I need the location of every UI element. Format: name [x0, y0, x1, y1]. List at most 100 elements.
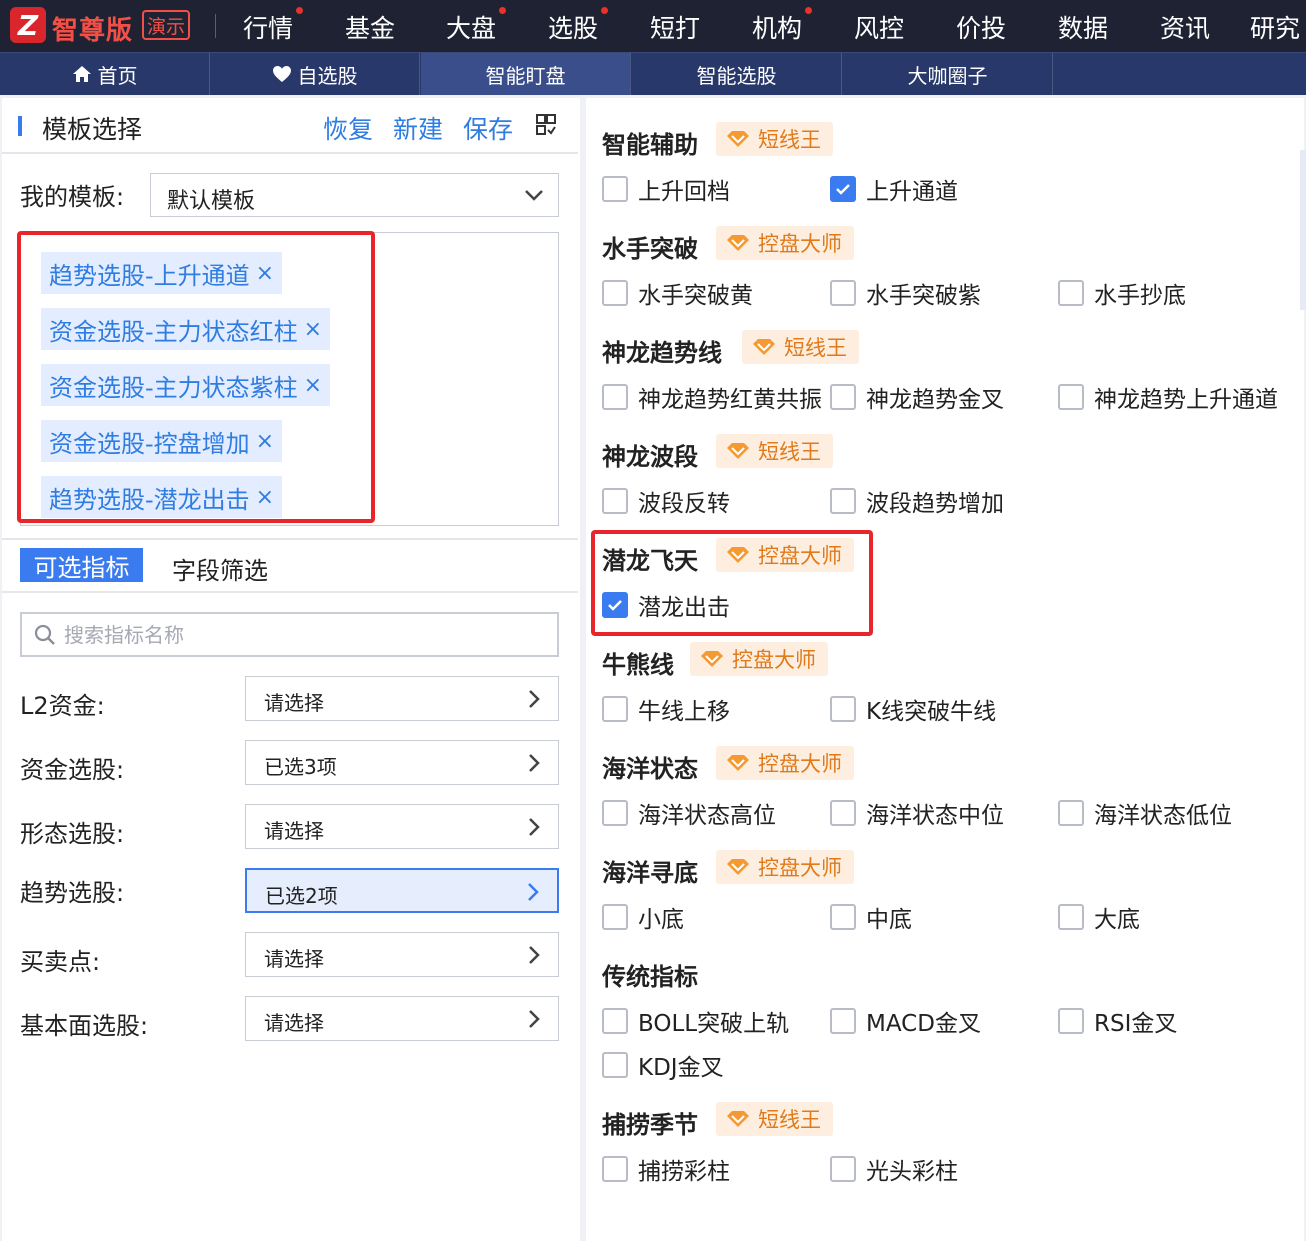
- checkbox[interactable]: [602, 1156, 628, 1182]
- indicator-checkbox[interactable]: 牛线上移: [602, 692, 730, 726]
- indicator-label: KDJ金叉: [638, 1055, 724, 1081]
- indicator-checkbox[interactable]: BOLL突破上轨: [602, 1004, 789, 1038]
- filter-select-fund-picks[interactable]: 已选3项: [245, 740, 559, 785]
- badge-label: 控盘大师: [758, 856, 842, 880]
- indicator-checkbox[interactable]: 大底: [1058, 900, 1140, 934]
- indicator-checkbox[interactable]: 神龙趋势金叉: [830, 380, 1004, 414]
- indicator-label: 神龙趋势红黄共振: [638, 387, 822, 413]
- indicator-checkbox[interactable]: 中底: [830, 900, 912, 934]
- filter-select-trade-points[interactable]: 请选择: [245, 932, 559, 977]
- indicator-checkbox[interactable]: 海洋状态低位: [1058, 796, 1232, 830]
- filter-label: 买卖点:: [20, 948, 101, 976]
- subnav-item-smart-picker[interactable]: 智能选股: [632, 53, 842, 95]
- indicator-checkbox[interactable]: 神龙趋势上升通道: [1058, 380, 1278, 414]
- indicator-checkbox[interactable]: KDJ金叉: [602, 1048, 724, 1082]
- subnav-item-smart-monitor[interactable]: 智能盯盘: [421, 53, 631, 95]
- checkbox[interactable]: [1058, 1008, 1084, 1034]
- checkbox[interactable]: [830, 384, 856, 410]
- indicator-checkbox[interactable]: 水手突破紫: [830, 276, 981, 310]
- nav-item-zixun[interactable]: 资讯: [1160, 9, 1210, 45]
- nav-item-shuju[interactable]: 数据: [1058, 9, 1108, 45]
- checkbox[interactable]: [830, 904, 856, 930]
- nav-item-hangqing[interactable]: 行情: [243, 7, 304, 45]
- indicator-checkbox[interactable]: 神龙趋势红黄共振: [602, 380, 822, 414]
- indicator-checkbox[interactable]: 海洋状态中位: [830, 796, 1004, 830]
- checkbox[interactable]: [602, 800, 628, 826]
- filter-select-fundamental-picks[interactable]: 请选择: [245, 996, 559, 1041]
- checkbox[interactable]: [602, 1008, 628, 1034]
- indicator-checkbox[interactable]: 捕捞彩柱: [602, 1152, 730, 1186]
- checkbox[interactable]: [830, 800, 856, 826]
- checkbox[interactable]: [602, 1052, 628, 1078]
- nav-divider: [215, 14, 216, 38]
- checkbox[interactable]: [830, 280, 856, 306]
- diamond-icon: [727, 443, 749, 459]
- tab-field-filter[interactable]: 字段筛选: [172, 551, 268, 586]
- tab-indicators[interactable]: 可选指标: [20, 548, 143, 582]
- checkbox[interactable]: [602, 696, 628, 722]
- save-button[interactable]: 保存: [463, 110, 513, 146]
- tier-badge: 短线王: [716, 122, 833, 156]
- checkbox[interactable]: [1058, 280, 1084, 306]
- checkbox[interactable]: [602, 280, 628, 306]
- checkbox[interactable]: [602, 904, 628, 930]
- indicator-checkbox[interactable]: 波段趋势增加: [830, 484, 1004, 518]
- new-button[interactable]: 新建: [393, 110, 443, 146]
- indicator-checkbox[interactable]: 海洋状态高位: [602, 796, 776, 830]
- indicator-label: 海洋状态中位: [866, 803, 1004, 829]
- nav-item-label: 价投: [956, 14, 1007, 43]
- filter-select-l2-funds[interactable]: 请选择: [245, 676, 559, 721]
- subnav-item-watchlist[interactable]: 自选股: [210, 53, 420, 95]
- nav-item-jiatou[interactable]: 价投: [956, 9, 1006, 45]
- nav-item-jigou[interactable]: 机构: [752, 7, 813, 45]
- checkbox-checked[interactable]: [830, 176, 856, 202]
- subnav-item-expert-circle[interactable]: 大咖圈子: [843, 53, 1053, 95]
- indicator-checkbox[interactable]: 上升通道: [830, 172, 958, 206]
- indicator-checkbox[interactable]: K线突破牛线: [830, 692, 996, 726]
- checkbox[interactable]: [830, 696, 856, 722]
- search-input[interactable]: [64, 621, 544, 649]
- checkbox[interactable]: [830, 488, 856, 514]
- checkbox[interactable]: [602, 176, 628, 202]
- indicator-label: 牛线上移: [638, 699, 730, 725]
- checkbox[interactable]: [830, 1008, 856, 1034]
- search-icon: [34, 624, 55, 645]
- restore-button[interactable]: 恢复: [323, 110, 373, 146]
- filter-select-value: 请选择: [264, 819, 324, 843]
- layout-icon[interactable]: [535, 113, 557, 137]
- nav-item-yanjiu[interactable]: 研究: [1250, 9, 1300, 45]
- filter-select-pattern-picks[interactable]: 请选择: [245, 804, 559, 849]
- checkbox[interactable]: [602, 488, 628, 514]
- group-title: 神龙趋势线: [602, 339, 722, 367]
- nav-item-duanda[interactable]: 短打: [650, 9, 700, 45]
- subnav-item-home[interactable]: 首页: [0, 53, 210, 95]
- scroll-edge: [1300, 150, 1306, 310]
- checkbox[interactable]: [1058, 800, 1084, 826]
- nav-item-dapan[interactable]: 大盘: [446, 7, 507, 45]
- indicator-checkbox[interactable]: 上升回档: [602, 172, 730, 206]
- nav-item-label: 风控: [854, 14, 905, 43]
- indicator-checkbox[interactable]: MACD金叉: [830, 1004, 981, 1038]
- indicator-checkbox[interactable]: 水手抄底: [1058, 276, 1186, 310]
- filter-select-trend-picks[interactable]: 已选2项: [245, 868, 559, 913]
- nav-item-fengkong[interactable]: 风控: [854, 9, 904, 45]
- nav-item-xuangu[interactable]: 选股: [548, 7, 609, 45]
- filter-select-value: 请选择: [264, 691, 324, 715]
- indicator-checkbox[interactable]: 水手突破黄: [602, 276, 753, 310]
- template-select[interactable]: 默认模板: [150, 173, 559, 217]
- filter-select-value: 请选择: [264, 947, 324, 971]
- divider: [2, 152, 578, 154]
- checkbox[interactable]: [1058, 904, 1084, 930]
- notification-dot: [601, 7, 609, 14]
- indicator-label: 水手突破黄: [638, 283, 753, 309]
- indicator-checkbox[interactable]: 小底: [602, 900, 684, 934]
- tier-badge: 控盘大师: [716, 850, 854, 884]
- indicator-label: 海洋状态低位: [1094, 803, 1232, 829]
- nav-item-jijin[interactable]: 基金: [345, 9, 395, 45]
- indicator-checkbox[interactable]: RSI金叉: [1058, 1004, 1177, 1038]
- checkbox[interactable]: [602, 384, 628, 410]
- indicator-checkbox[interactable]: 光头彩柱: [830, 1152, 958, 1186]
- checkbox[interactable]: [830, 1156, 856, 1182]
- checkbox[interactable]: [1058, 384, 1084, 410]
- indicator-checkbox[interactable]: 波段反转: [602, 484, 730, 518]
